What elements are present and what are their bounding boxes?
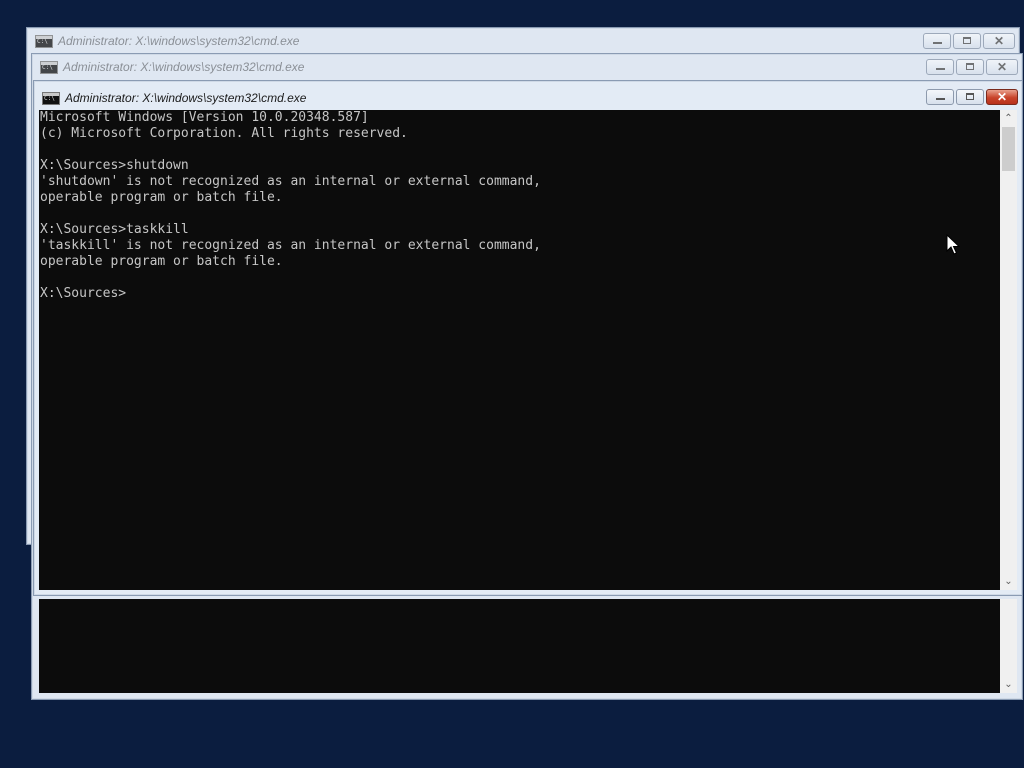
mouse-pointer-icon [946, 234, 960, 255]
minimize-icon [936, 98, 945, 100]
cmd-window-active[interactable]: Administrator: X:\windows\system32\cmd.e… [33, 80, 1023, 596]
console-output[interactable]: Microsoft Windows [Version 10.0.20348.58… [39, 110, 1001, 590]
console-line: (c) Microsoft Corporation. All rights re… [40, 126, 408, 141]
chevron-up-icon[interactable]: ⌃ [1000, 110, 1017, 127]
console-output[interactable] [39, 599, 1000, 693]
title-bar[interactable]: Administrator: X:\windows\system32\cmd.e… [27, 28, 1019, 54]
window-title: Administrator: X:\windows\system32\cmd.e… [58, 34, 300, 48]
window-title: Administrator: X:\windows\system32\cmd.e… [63, 60, 305, 74]
window-title: Administrator: X:\windows\system32\cmd.e… [65, 91, 307, 105]
console-line: X:\Sources>taskkill [40, 222, 189, 237]
console-line: Microsoft Windows [Version 10.0.20348.58… [40, 110, 369, 125]
close-icon: ✕ [993, 34, 1005, 48]
close-icon: ✕ [996, 60, 1008, 74]
maximize-button[interactable] [953, 33, 981, 49]
console-line: 'taskkill' is not recognized as an inter… [40, 238, 541, 253]
vertical-scrollbar[interactable]: ⌄ [1000, 599, 1017, 693]
maximize-icon [966, 63, 974, 70]
maximize-button[interactable] [956, 89, 984, 105]
title-bar[interactable]: Administrator: X:\windows\system32\cmd.e… [34, 85, 1022, 111]
minimize-icon [936, 68, 945, 70]
maximize-button[interactable] [956, 59, 984, 75]
cmd-icon [40, 60, 58, 74]
minimize-icon [933, 42, 942, 44]
minimize-button[interactable] [923, 33, 951, 49]
cmd-icon [42, 91, 60, 105]
close-button[interactable]: ✕ [983, 33, 1015, 49]
console-line: X:\Sources> [40, 286, 127, 301]
caption-buttons: ✕ [926, 89, 1018, 105]
console-line: 'shutdown' is not recognized as an inter… [40, 174, 541, 189]
title-bar[interactable]: Administrator: X:\windows\system32\cmd.e… [32, 54, 1022, 80]
scrollbar-thumb[interactable] [1002, 127, 1015, 171]
chevron-down-icon[interactable]: ⌄ [1000, 573, 1017, 590]
minimize-button[interactable] [926, 89, 954, 105]
vertical-scrollbar[interactable]: ⌃ ⌄ [1000, 110, 1017, 590]
cmd-icon [35, 34, 53, 48]
caption-buttons: ✕ [926, 59, 1018, 75]
console-line: X:\Sources>shutdown [40, 158, 189, 173]
console-line: operable program or batch file. [40, 190, 283, 205]
close-button[interactable]: ✕ [986, 59, 1018, 75]
minimize-button[interactable] [926, 59, 954, 75]
close-button[interactable]: ✕ [986, 89, 1018, 105]
maximize-icon [966, 93, 974, 100]
maximize-icon [963, 37, 971, 44]
console-line: operable program or batch file. [40, 254, 283, 269]
caption-buttons: ✕ [923, 33, 1015, 49]
chevron-down-icon[interactable]: ⌄ [1000, 676, 1017, 693]
close-icon: ✕ [996, 90, 1008, 104]
